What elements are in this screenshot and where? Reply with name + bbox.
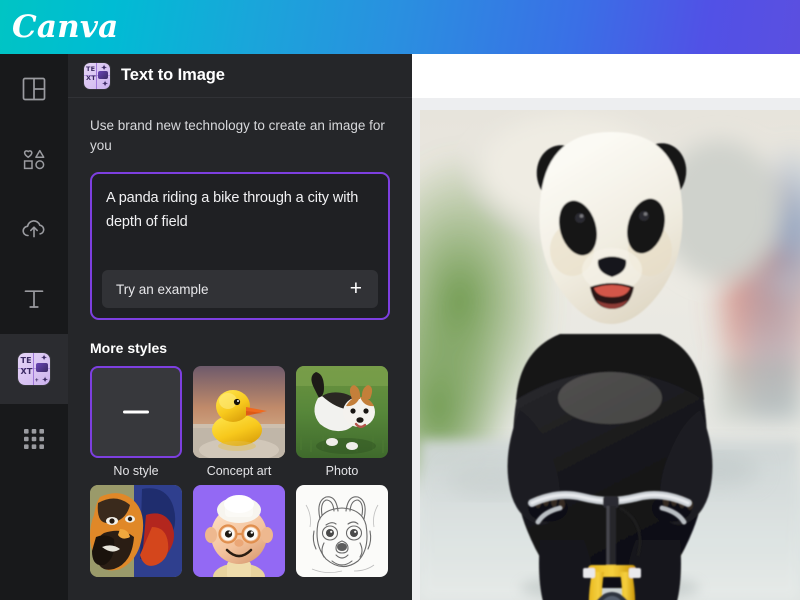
panel-body: Use brand new technology to create an im… <box>68 116 412 582</box>
prompt-input-card[interactable]: A panda riding a bike through a city wit… <box>90 172 390 320</box>
panel-description: Use brand new technology to create an im… <box>90 116 390 156</box>
more-styles-heading: More styles <box>90 340 390 356</box>
painted-portrait-man-thumbnail[interactable] <box>90 485 182 577</box>
text-to-image-panel: TE XT ✦ ✦ Text to Image Use brand new te… <box>68 54 412 600</box>
layout-template-icon <box>21 76 47 102</box>
left-icon-rail: TE XT ✦ ✦ + <box>0 54 68 600</box>
sidebar-item-design[interactable] <box>0 54 68 124</box>
canva-logo[interactable]: Canva <box>12 8 118 46</box>
sidebar-item-text-to-image[interactable]: TE XT ✦ ✦ + <box>0 334 68 404</box>
text-letter-t-icon <box>21 286 47 312</box>
plus-icon: + <box>350 280 362 298</box>
panel-header: TE XT ✦ ✦ Text to Image <box>68 54 412 98</box>
text-to-image-app-icon: TE XT ✦ ✦ <box>84 63 110 89</box>
top-brand-bar: Canva <box>0 0 800 54</box>
sidebar-item-uploads[interactable] <box>0 194 68 264</box>
style-option-no-style[interactable]: No style <box>90 366 182 479</box>
yellow-rubber-duck-thumbnail[interactable] <box>193 366 285 458</box>
cloud-upload-icon <box>20 215 48 243</box>
style-label: Photo <box>296 463 388 479</box>
pencil-sketch-dog-thumbnail[interactable] <box>296 485 388 577</box>
3d-cartoon-chef-head-thumbnail[interactable] <box>193 485 285 577</box>
style-option-pencil-sketch[interactable] <box>296 485 388 582</box>
sidebar-item-elements[interactable] <box>0 124 68 194</box>
style-option-3d-cartoon[interactable] <box>193 485 285 582</box>
canvas-area[interactable] <box>412 98 800 600</box>
apps-grid-icon <box>22 427 46 451</box>
style-label: No style <box>90 463 182 479</box>
generated-panda-image[interactable] <box>420 110 800 600</box>
sidebar-item-text[interactable] <box>0 264 68 334</box>
try-an-example-button[interactable]: Try an example + <box>102 270 378 308</box>
canvas-toolbar <box>412 54 800 98</box>
style-option-photo[interactable]: Photo <box>296 366 388 479</box>
dash-placeholder-thumbnail[interactable] <box>90 366 182 458</box>
page-title: Text to Image <box>121 66 225 85</box>
style-option-painting[interactable] <box>90 485 182 582</box>
try-an-example-label: Try an example <box>116 282 209 297</box>
artboard[interactable] <box>420 110 800 600</box>
prompt-input[interactable]: A panda riding a bike through a city wit… <box>106 186 374 234</box>
shapes-elements-icon <box>21 146 47 172</box>
canva-editor-window: Canva <box>0 0 800 600</box>
style-option-concept-art[interactable]: Concept art <box>193 366 285 479</box>
style-label: Concept art <box>193 463 285 479</box>
sidebar-item-apps[interactable] <box>0 404 68 474</box>
corgi-running-grass-thumbnail[interactable] <box>296 366 388 458</box>
text-to-image-app-icon: TE XT ✦ ✦ + <box>18 353 50 385</box>
style-thumbnail-grid: No style <box>90 366 390 582</box>
